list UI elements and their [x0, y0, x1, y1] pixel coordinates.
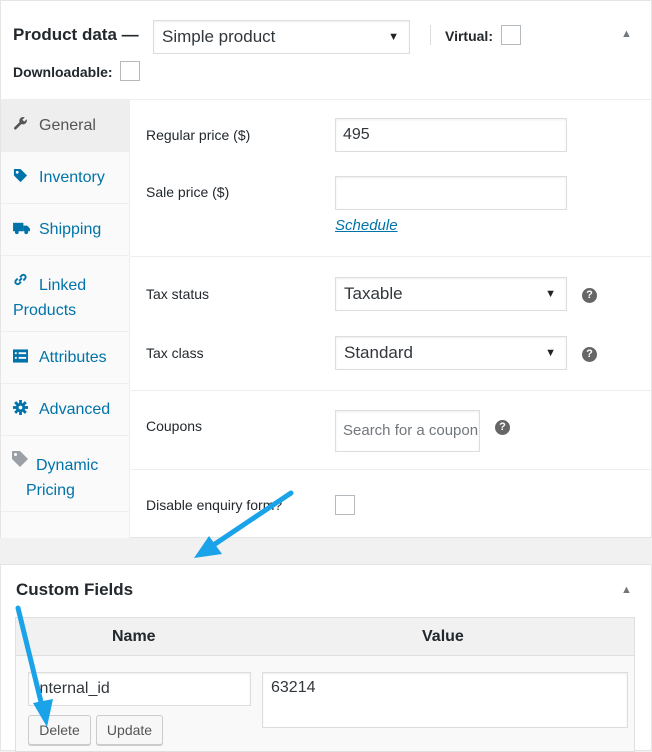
product-data-tabs: General Inventory Shipping Linked Produc… [1, 100, 130, 538]
tab-dynamic-pricing-label: Dynamic Pricing [26, 457, 99, 499]
disable-enquiry-label: Disable enquiry form? [146, 497, 283, 513]
wrench-icon [13, 116, 28, 134]
sale-price-input[interactable] [335, 176, 567, 210]
product-data-title: Product data — [13, 25, 139, 44]
custom-field-value: 63214 [271, 679, 316, 696]
tab-attributes-label: Attributes [39, 349, 107, 366]
product-data-panel: Product data — Simple product ▼ Virtual:… [0, 0, 652, 538]
coupons-search-input[interactable]: Search for a coupon [335, 410, 480, 452]
tab-attributes[interactable]: Attributes [1, 332, 130, 384]
downloadable-label: Downloadable: [13, 64, 113, 80]
regular-price-label: Regular price ($) [146, 127, 251, 143]
tax-status-select[interactable]: Taxable ▼ [335, 277, 567, 311]
regular-price-value: 495 [343, 126, 370, 143]
sale-price-label: Sale price ($) [146, 184, 230, 200]
tab-inventory[interactable]: Inventory [1, 152, 130, 204]
pricing-fields: Regular price ($) 495 Sale price ($) Sch… [131, 100, 651, 257]
collapse-toggle-icon[interactable]: ▲ [621, 584, 632, 596]
tab-linked-products[interactable]: Linked Products [1, 256, 130, 332]
coupon-fields: Coupons Search for a coupon ? [131, 391, 651, 470]
virtual-label: Virtual: [445, 28, 493, 44]
list-icon [13, 349, 28, 366]
column-header-value: Value [422, 628, 464, 645]
chevron-down-icon: ▼ [545, 288, 556, 300]
tag-icon [13, 168, 28, 186]
custom-fields-title: Custom Fields [16, 580, 134, 599]
product-type-value: Simple product [162, 27, 276, 46]
enquiry-fields: Disable enquiry form? [131, 470, 651, 538]
downloadable-checkbox[interactable] [120, 61, 140, 81]
help-icon[interactable]: ? [495, 420, 510, 435]
custom-fields-table: Name Value internal_id 63214 Delete Upda… [15, 617, 635, 752]
regular-price-input[interactable]: 495 [335, 118, 567, 152]
tax-status-label: Tax status [146, 286, 210, 302]
tab-advanced-label: Advanced [39, 401, 111, 418]
delete-button[interactable]: Delete [28, 715, 91, 745]
disable-enquiry-checkbox[interactable] [335, 495, 355, 515]
general-options: Regular price ($) 495 Sale price ($) Sch… [131, 100, 651, 538]
schedule-link[interactable]: Schedule [335, 217, 398, 234]
tab-advanced[interactable]: Advanced [1, 384, 130, 436]
collapse-toggle-icon[interactable]: ▲ [621, 28, 632, 40]
custom-fields-panel: Custom Fields ▲ Name Value internal_id 6… [0, 564, 652, 752]
tax-class-label: Tax class [146, 345, 204, 361]
tab-inventory-label: Inventory [39, 169, 105, 186]
product-type-select[interactable]: Simple product ▼ [153, 20, 410, 54]
virtual-checkbox[interactable] [501, 25, 521, 45]
coupons-placeholder: Search for a coupon [343, 422, 479, 439]
tab-general[interactable]: General [1, 100, 130, 152]
custom-field-value-textarea[interactable]: 63214 [262, 672, 628, 728]
chevron-down-icon: ▼ [545, 347, 556, 359]
tax-status-value: Taxable [344, 284, 403, 303]
chevron-down-icon: ▼ [388, 31, 399, 43]
gear-icon [13, 400, 28, 418]
tax-fields: Tax status Taxable ▼ ? Tax class Standar… [131, 257, 651, 391]
tab-general-label: General [39, 117, 96, 134]
truck-icon [13, 220, 30, 238]
column-header-name: Name [112, 628, 156, 645]
tab-linked-products-label: Linked Products [13, 277, 87, 319]
product-data-header: Product data — Simple product ▼ Virtual:… [1, 1, 651, 100]
help-icon[interactable]: ? [582, 347, 597, 362]
header-divider [430, 25, 431, 45]
tax-class-select[interactable]: Standard ▼ [335, 336, 567, 370]
update-button[interactable]: Update [96, 715, 163, 745]
tab-dynamic-pricing[interactable]: Dynamic Pricing [1, 436, 130, 512]
coupons-label: Coupons [146, 418, 203, 434]
tab-shipping-label: Shipping [39, 221, 102, 238]
help-icon[interactable]: ? [582, 288, 597, 303]
custom-fields-header: Name Value [16, 618, 634, 656]
custom-field-name-input[interactable]: internal_id [28, 672, 251, 706]
custom-field-name-value: internal_id [36, 680, 110, 697]
tax-class-value: Standard [344, 343, 413, 362]
tab-shipping[interactable]: Shipping [1, 204, 130, 256]
